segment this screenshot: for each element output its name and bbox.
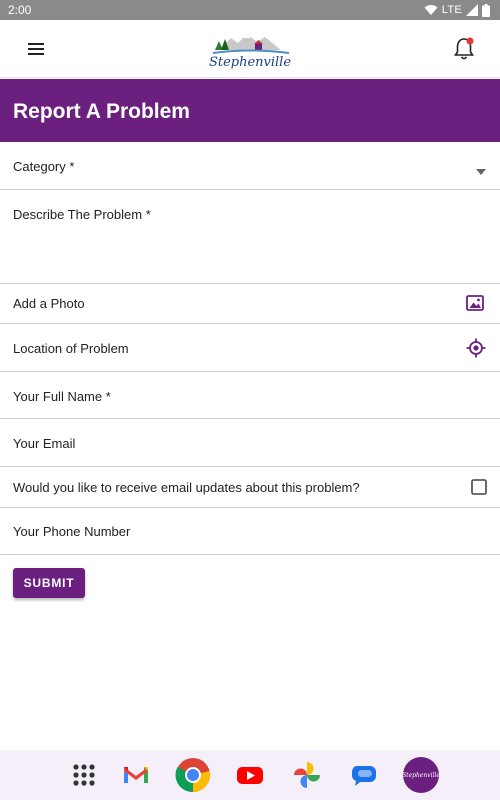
photo-label: Add a Photo [13, 296, 85, 311]
category-select[interactable]: Category * [0, 142, 500, 190]
logo-wordmark: Stephenville [209, 55, 291, 70]
location-target-icon [466, 338, 486, 363]
phone-field[interactable]: Your Phone Number [0, 508, 500, 555]
messages-app[interactable] [346, 757, 382, 793]
stephenville-app[interactable]: Stephenville [402, 757, 440, 793]
phone-label: Your Phone Number [13, 524, 131, 539]
email-label: Your Email [13, 436, 76, 451]
app-grid-icon [66, 757, 102, 793]
describe-label: Describe The Problem * [13, 207, 151, 222]
youtube-icon [232, 757, 268, 793]
status-bar: 2:00 LTE [0, 0, 500, 20]
menu-icon [22, 43, 50, 65]
gmail-icon [118, 757, 154, 793]
describe-problem-field[interactable]: Describe The Problem * [0, 190, 500, 284]
menu-button[interactable] [22, 37, 50, 61]
notifications-button[interactable] [450, 35, 478, 63]
location-field[interactable]: Location of Problem [0, 324, 500, 372]
photos-app[interactable] [289, 757, 325, 793]
network-type: LTE [441, 4, 462, 16]
checkbox-icon[interactable] [471, 479, 487, 500]
messages-icon [346, 757, 382, 793]
name-label: Your Full Name * [13, 389, 111, 404]
photos-icon [289, 757, 325, 793]
battery-icon [482, 3, 490, 17]
app-dock: Stephenville [0, 750, 500, 800]
wifi-icon [424, 4, 438, 16]
stephenville-logo: Stephenville [205, 26, 295, 74]
submit-button[interactable]: SUBMIT [13, 568, 85, 598]
signal-icon [466, 4, 478, 16]
app-drawer-button[interactable] [66, 757, 102, 793]
email-updates-row: Would you like to receive email updates … [0, 467, 500, 508]
bell-icon [450, 37, 478, 67]
location-label: Location of Problem [13, 341, 129, 356]
category-label: Category * [13, 159, 75, 174]
gmail-app[interactable] [118, 757, 154, 793]
app-header: Stephenville [0, 20, 500, 78]
add-photo-field[interactable]: Add a Photo [0, 284, 500, 324]
full-name-field[interactable]: Your Full Name * [0, 372, 500, 419]
email-field[interactable]: Your Email [0, 419, 500, 467]
status-indicators: LTE [424, 2, 490, 18]
chrome-app[interactable] [175, 757, 211, 793]
stephenville-app-label: Stephenville [402, 771, 440, 779]
dropdown-arrow-icon [476, 162, 486, 180]
chrome-icon [175, 757, 211, 793]
updates-label: Would you like to receive email updates … [13, 480, 360, 495]
page-title: Report A Problem [13, 100, 190, 123]
youtube-app[interactable] [232, 757, 268, 793]
status-time: 2:00 [8, 3, 32, 17]
image-icon [466, 295, 484, 316]
title-banner: Report A Problem [0, 79, 500, 142]
